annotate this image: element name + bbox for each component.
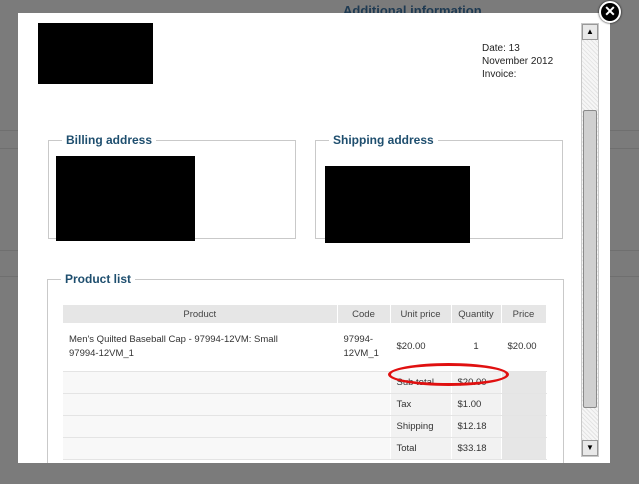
shipping-row: Shipping $12.18 [63,415,547,438]
totals-filler [501,415,547,438]
total-row: Total $33.18 [63,437,547,460]
close-icon[interactable]: ✕ [599,1,621,23]
shipping-label: Shipping [390,415,452,438]
column-header-quantity: Quantity [451,305,502,323]
product-name-line2: 97994-12VM_1 [69,348,134,359]
shipping-address-legend: Shipping address [333,133,434,147]
modal-scrollbar[interactable]: ▲ ▼ [581,23,599,457]
redacted-logo [38,23,153,84]
invoice-modal: Date: 13 November 2012 Invoice: Billing … [18,13,610,463]
redacted-shipping-address [325,166,470,243]
shipping-value: $12.18 [451,415,502,438]
billing-address-box: Billing address [48,133,296,241]
totals-spacer [63,393,391,416]
invoice-number-label: Invoice: [482,69,517,80]
scrollbar-thumb[interactable] [583,110,597,408]
tax-row: Tax $1.00 [63,393,547,416]
invoice-date-block: Date: 13 November 2012 Invoice: [482,42,582,81]
column-header-code: Code [337,305,391,323]
totals-filler [501,437,547,460]
column-header-product: Product [63,305,338,323]
column-header-unit-price: Unit price [390,305,452,323]
scroll-up-icon[interactable]: ▲ [582,24,598,40]
totals-spacer [63,437,391,460]
total-value: $33.18 [451,437,502,460]
redacted-billing-address [56,156,195,241]
product-list-legend: Product list [65,272,132,286]
scroll-down-icon[interactable]: ▼ [582,440,598,456]
product-name-line1: Men's Quilted Baseball Cap - 97994-12VM:… [69,334,278,345]
subtotal-highlight-ellipse [388,363,509,386]
totals-spacer [63,371,391,394]
product-code-line1: 97994- [343,334,374,345]
invoice-date-line2: November 2012 [482,56,554,67]
product-code-line2: 12VM_1 [343,348,379,359]
total-label: Total [390,437,452,460]
tax-label: Tax [390,393,452,416]
tax-value: $1.00 [451,393,502,416]
product-table-header: Product Code Unit price Quantity Price [63,305,547,323]
column-header-price: Price [501,305,547,323]
price-cell: $20.00 [501,323,547,372]
totals-spacer [63,415,391,438]
shipping-address-box: Shipping address [315,133,563,243]
billing-address-legend: Billing address [66,133,153,147]
product-code-cell: 97994- 12VM_1 [337,323,391,372]
totals-filler [501,393,547,416]
product-name-cell: Men's Quilted Baseball Cap - 97994-12VM:… [63,323,338,372]
invoice-date-line1: Date: 13 [482,43,520,54]
